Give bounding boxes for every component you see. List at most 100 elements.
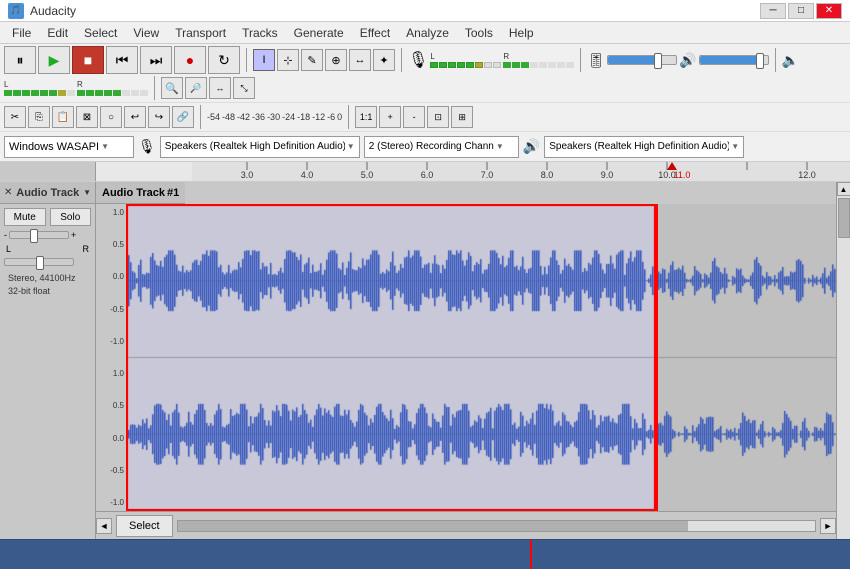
loop-button[interactable]: ↻	[208, 46, 240, 74]
track-header: ✕ Audio Track ▼	[0, 182, 95, 204]
output-level-meter-l: L	[4, 80, 75, 96]
solo-button[interactable]: Solo	[50, 208, 92, 226]
menu-item-help[interactable]: Help	[501, 24, 542, 42]
menu-item-edit[interactable]: Edit	[39, 24, 76, 42]
zoom-fit2-button[interactable]: ⊡	[427, 106, 449, 128]
output-meter-label: -54	[207, 112, 220, 122]
svg-text:9.0: 9.0	[601, 170, 614, 180]
paste-button[interactable]: 📋	[52, 106, 74, 128]
output-vol-slider[interactable]	[699, 55, 769, 65]
menu-item-transport[interactable]: Transport	[167, 24, 234, 42]
timeshift-tool[interactable]: ↔	[349, 49, 371, 71]
lr-row: L R	[4, 244, 91, 254]
menu-item-view[interactable]: View	[125, 24, 167, 42]
edit-toolbar: ✂ ⎘ 📋 ⊠ ○ ↩ ↪ 🔗 -54 -48 -42 -36 -30 -24 …	[0, 103, 850, 132]
zoom-out-button[interactable]: 🔎	[185, 77, 207, 99]
left-label: L	[6, 244, 11, 254]
speaker-icon: 🔊	[679, 52, 696, 69]
track-full-name: Audio Track	[102, 187, 165, 199]
minimize-button[interactable]: ─	[760, 3, 786, 19]
svg-text:6.0: 6.0	[421, 170, 434, 180]
svg-text:4.0: 4.0	[301, 170, 314, 180]
zoom-tool[interactable]: ⊕	[325, 49, 347, 71]
track-name[interactable]: Audio Track	[16, 187, 79, 199]
play-button[interactable]: ▶	[38, 46, 70, 74]
pan-slider[interactable]	[4, 258, 74, 266]
multi-tool[interactable]: ✦	[373, 49, 395, 71]
track-close-button[interactable]: ✕	[4, 187, 12, 198]
zoom-normal-button[interactable]: 1:1	[355, 106, 377, 128]
pause-button[interactable]: ⏸	[4, 46, 36, 74]
skip-forward-button[interactable]: ⏭	[140, 46, 172, 74]
y-n0.5-bot: -0.5	[110, 466, 124, 475]
nav-area	[0, 539, 850, 569]
stop-button[interactable]: ■	[72, 46, 104, 74]
draw-tool[interactable]: ✎	[301, 49, 323, 71]
close-button[interactable]: ✕	[816, 3, 842, 19]
waveform-area[interactable]: Audio Track #1 1.0 0.5 0.0 -0.5 -1.0 1.0…	[96, 182, 836, 539]
separator-2	[401, 48, 402, 72]
track-dropdown-arrow[interactable]: ▼	[83, 188, 91, 197]
svg-text:3.0: 3.0	[241, 170, 254, 180]
select-mode-button[interactable]: Select	[116, 515, 173, 537]
window-controls: ─ □ ✕	[760, 3, 842, 19]
zoom-in-button[interactable]: 🔍	[161, 77, 183, 99]
scroll-left-button[interactable]: ◄	[96, 518, 112, 534]
zoom-sel-button[interactable]: ⤡	[233, 77, 255, 99]
envelope-tool[interactable]: ⊹	[277, 49, 299, 71]
output-meter-label8: -12	[312, 112, 325, 122]
output-meter-label7: -18	[297, 112, 310, 122]
scroll-up-button[interactable]: ▲	[837, 182, 850, 196]
redo-button[interactable]: ↪	[148, 106, 170, 128]
menu-item-tools[interactable]: Tools	[457, 24, 501, 42]
copy-button[interactable]: ⎘	[28, 106, 50, 128]
output-level-meter-r: R	[77, 80, 148, 96]
gain-knob[interactable]	[30, 229, 38, 243]
track-label: Audio Track #1	[96, 182, 185, 204]
menu-item-generate[interactable]: Generate	[286, 24, 352, 42]
channel-select[interactable]: 2 (Stereo) Recording Chann ▼	[364, 136, 519, 158]
zoom-out2-button[interactable]: -	[403, 106, 425, 128]
audio-host-select[interactable]: Windows WASAPI ▼	[4, 136, 134, 158]
menu-item-tracks[interactable]: Tracks	[234, 24, 286, 42]
zoom-in2-button[interactable]: +	[379, 106, 401, 128]
output-meter-label4: -36	[252, 112, 265, 122]
output-meter-label2: -48	[222, 112, 235, 122]
scroll-right-button[interactable]: ►	[820, 518, 836, 534]
ruler: 3.0 4.0 5.0 6.0 7.0 8.0 9.0	[192, 162, 850, 181]
gain-slider[interactable]	[9, 231, 69, 239]
zoom-fit-v-button[interactable]: ⊞	[451, 106, 473, 128]
h-scrollbar-thumb[interactable]	[178, 521, 688, 531]
maximize-button[interactable]: □	[788, 3, 814, 19]
zoom-fit-button[interactable]: ↔	[209, 77, 231, 99]
menu-item-analyze[interactable]: Analyze	[398, 24, 457, 42]
cut-button[interactable]: ✂	[4, 106, 26, 128]
menu-item-select[interactable]: Select	[76, 24, 125, 42]
input-vol-slider[interactable]	[607, 55, 677, 65]
undo-button[interactable]: ↩	[124, 106, 146, 128]
skip-back-button[interactable]: ⏮	[106, 46, 138, 74]
sync-lock-button[interactable]: 🔗	[172, 106, 194, 128]
input-device-select[interactable]: Speakers (Realtek High Definition Audio)…	[160, 136, 360, 158]
menu-item-file[interactable]: File	[4, 24, 39, 42]
trim-button[interactable]: ⊠	[76, 106, 98, 128]
selection-tool[interactable]: I	[253, 49, 275, 71]
meter-bar-r	[503, 62, 574, 68]
output-device-select[interactable]: Speakers (Realtek High Definition Audio)…	[544, 136, 744, 158]
h-scrollbar-track[interactable]	[177, 520, 816, 532]
waveform-canvas-el[interactable]	[126, 204, 836, 511]
y-0.5-top: 0.5	[113, 240, 124, 249]
toolbar-area: ⏸ ▶ ■ ⏮ ⏭ ● ↻ I ⊹ ✎ ⊕ ↔ ✦ 🎙 L	[0, 44, 850, 132]
channel-dropdown-arrow: ▼	[496, 142, 504, 151]
silence-button[interactable]: ○	[100, 106, 122, 128]
record-button[interactable]: ●	[174, 46, 206, 74]
menu-item-effect[interactable]: Effect	[352, 24, 398, 42]
mute-button[interactable]: Mute	[4, 208, 46, 226]
input-volume-control: 🎚	[587, 52, 677, 69]
pan-knob[interactable]	[36, 256, 44, 270]
output-meter-label9: -6	[327, 112, 335, 122]
v-scroll-thumb[interactable]	[838, 198, 850, 238]
mute-solo-row: Mute Solo	[4, 208, 91, 226]
waveform-viewport[interactable]: // This will be rendered below via the w…	[126, 204, 836, 511]
separator-7	[348, 105, 349, 129]
